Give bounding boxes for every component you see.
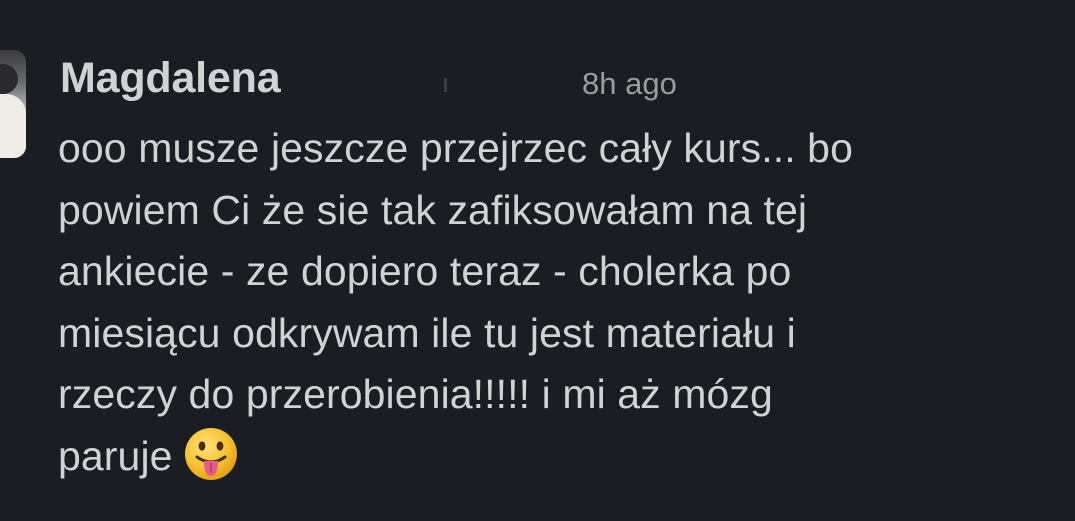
message-line: ooo musze jeszcze przejrzec cały kurs...…: [58, 125, 853, 171]
message-line: powiem Ci że sie tak zafiksowałam na tej: [58, 186, 808, 233]
sender-name[interactable]: Magdalena: [60, 54, 281, 103]
face-with-tongue-icon: [183, 426, 239, 482]
redaction-speck: [444, 78, 447, 92]
avatar-head: [0, 64, 18, 94]
avatar-body: [0, 94, 26, 158]
message-line: miesiącu odkrywam ile tu jest materiału …: [58, 309, 796, 356]
message-header: Magdalena 8h ago: [60, 52, 760, 112]
avatar[interactable]: [0, 50, 26, 158]
message-last-line: paruje: [58, 426, 1048, 488]
redacted-area: [380, 60, 560, 100]
message-line: ankiecie - ze dopiero teraz - cholerka p…: [58, 248, 792, 294]
message-text: ooo musze jeszcze przejrzec cały kurs...…: [58, 118, 1048, 487]
message: Magdalena 8h ago ooo musze jeszcze przej…: [0, 0, 1075, 521]
face-with-tongue-svg: [184, 427, 237, 480]
message-line: rzeczy do przerobienia!!!!! i mi aż mózg: [58, 371, 773, 417]
message-line: paruje: [58, 432, 173, 479]
message-timestamp[interactable]: 8h ago: [582, 66, 677, 102]
